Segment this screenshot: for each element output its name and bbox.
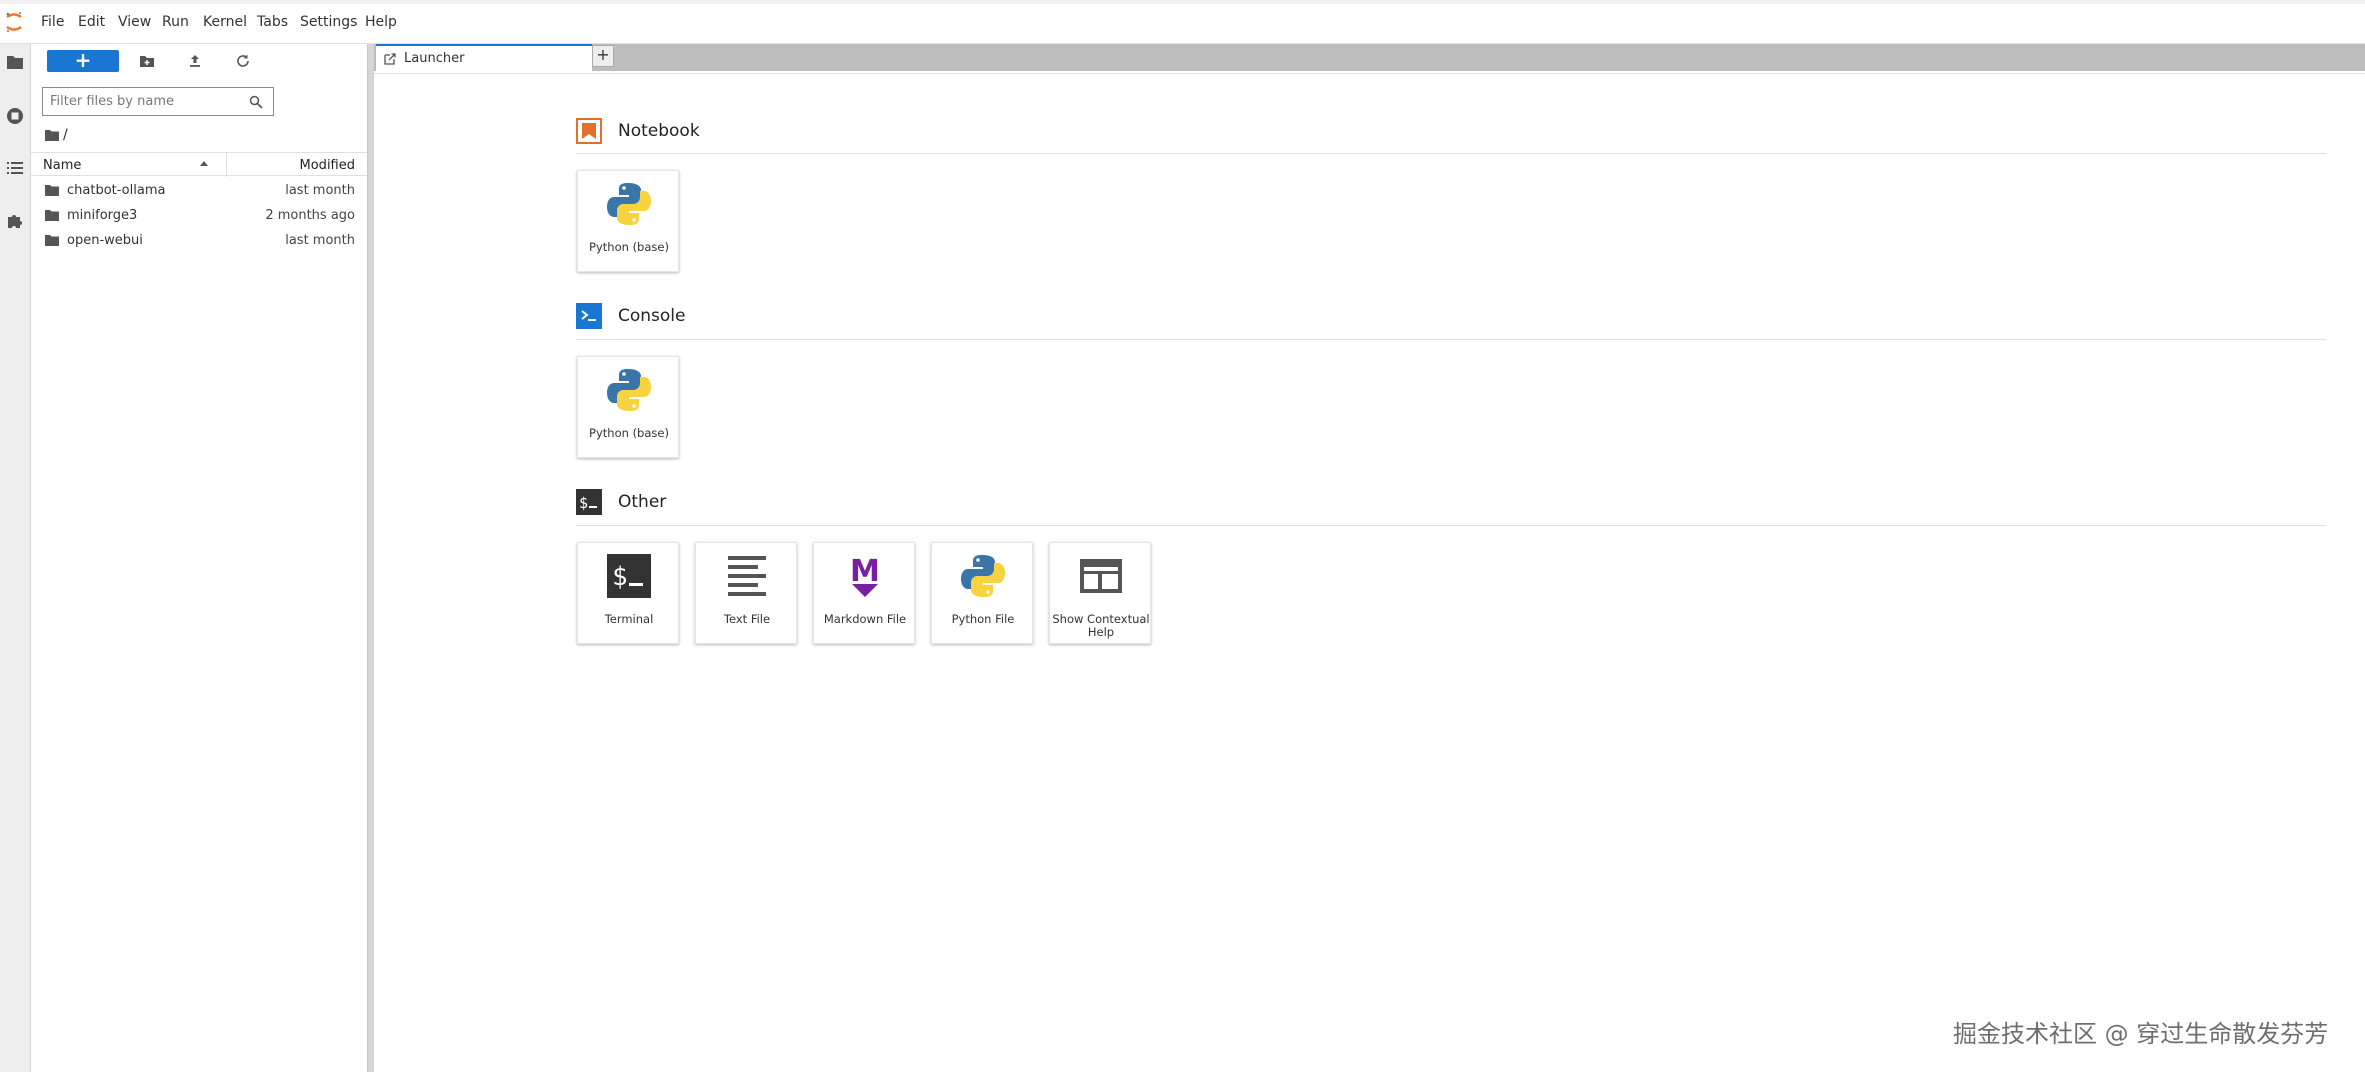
column-divider — [226, 153, 227, 177]
file-modified: 2 months ago — [265, 208, 355, 223]
file-row[interactable]: open-webui last month — [31, 228, 367, 253]
file-name: miniforge3 — [67, 208, 138, 223]
terminal-card[interactable]: $ Terminal — [577, 542, 679, 644]
section-other-header: $ Other — [576, 489, 2326, 519]
svg-text:M: M — [850, 554, 880, 589]
section-notebook-header: Notebook — [576, 118, 2326, 148]
running-icon[interactable] — [5, 106, 25, 126]
file-modified: last month — [285, 233, 355, 248]
watermark: 掘金技术社区 @ 穿过生命散发芬芳 — [1953, 1020, 2329, 1048]
section-console-header: Console — [576, 303, 2326, 333]
sort-ascending-icon[interactable] — [200, 161, 208, 166]
file-row[interactable]: miniforge3 2 months ago — [31, 203, 367, 228]
file-name: chatbot-ollama — [67, 183, 166, 198]
upload-icon[interactable] — [186, 52, 204, 70]
filter-placeholder: Filter files by name — [50, 94, 174, 109]
section-title: Other — [618, 492, 667, 512]
refresh-icon[interactable] — [234, 52, 252, 70]
add-tab-button[interactable]: + — [592, 45, 614, 67]
python-file-card[interactable]: Python File — [931, 542, 1033, 644]
folder-icon — [45, 210, 59, 221]
markdown-icon: M — [850, 554, 880, 597]
menu-kernel[interactable]: Kernel — [203, 14, 247, 30]
file-browser: + Filter files by name / Name Modified c… — [31, 44, 367, 1072]
extension-icon[interactable] — [5, 210, 25, 230]
tab-underline — [374, 73, 2365, 74]
menu-edit[interactable]: Edit — [78, 14, 105, 30]
jupyterlab-window: File Edit View Run Kernel Tabs Settings … — [0, 0, 2365, 1072]
card-label: Text File — [723, 612, 771, 626]
console-icon — [576, 303, 602, 329]
file-modified: last month — [285, 183, 355, 198]
menu-help[interactable]: Help — [365, 14, 397, 30]
text-file-card[interactable]: Text File — [695, 542, 797, 644]
markdown-file-card[interactable]: M Markdown File — [813, 542, 915, 644]
panel-splitter[interactable] — [367, 44, 374, 1072]
folder-icon — [45, 235, 59, 246]
notebook-python-card[interactable]: Python (base) — [577, 170, 679, 272]
menu-view[interactable]: View — [118, 14, 151, 30]
tab-bar: Launcher + — [374, 44, 2365, 73]
section-divider — [576, 525, 2326, 526]
terminal-icon: $ — [607, 554, 651, 598]
menu-file[interactable]: File — [41, 14, 64, 30]
card-label: Python File — [951, 612, 1015, 626]
breadcrumb-root[interactable]: / — [63, 127, 68, 143]
console-python-card[interactable]: Python (base) — [577, 356, 679, 458]
menu-tabs[interactable]: Tabs — [257, 14, 288, 30]
python-logo-icon — [607, 183, 651, 225]
filter-files-input[interactable]: Filter files by name — [42, 87, 274, 116]
contextual-help-card[interactable]: Show Contextual Help — [1049, 542, 1151, 644]
card-label: Python (base) — [589, 240, 669, 254]
terminal-icon: $ — [576, 489, 602, 515]
card-label: Show Contextual Help — [1052, 612, 1150, 639]
tab-label: Launcher — [404, 51, 465, 66]
file-list-header: Name Modified — [31, 152, 367, 177]
column-name-header[interactable]: Name — [43, 158, 81, 173]
section-title: Console — [618, 306, 686, 326]
svg-text:$: $ — [579, 494, 588, 512]
new-folder-icon[interactable] — [138, 52, 156, 70]
menubar: File Edit View Run Kernel Tabs Settings … — [0, 0, 2365, 44]
main-area: Launcher + Notebook Python (base) Consol… — [374, 44, 2365, 1072]
contextual-help-icon — [1080, 559, 1122, 593]
file-row[interactable]: chatbot-ollama last month — [31, 178, 367, 203]
text-file-icon — [728, 556, 766, 596]
card-label: Terminal — [604, 612, 654, 626]
python-logo-icon — [961, 555, 1005, 597]
new-launcher-button[interactable]: + — [47, 50, 119, 72]
column-modified-header[interactable]: Modified — [300, 158, 355, 173]
jupyter-logo-icon — [6, 12, 22, 33]
folder-icon — [45, 185, 59, 196]
card-label: Python (base) — [589, 426, 669, 440]
toc-icon[interactable] — [5, 158, 25, 178]
launcher-icon — [384, 53, 396, 65]
menu-run[interactable]: Run — [162, 14, 189, 30]
folder-icon — [45, 130, 59, 141]
card-label: Markdown File — [823, 612, 907, 626]
tab-launcher[interactable]: Launcher — [376, 44, 592, 73]
menu-settings[interactable]: Settings — [300, 14, 357, 30]
section-title: Notebook — [618, 121, 700, 141]
search-icon — [249, 95, 263, 109]
svg-text:$: $ — [612, 562, 628, 592]
activity-bar — [0, 44, 31, 1072]
file-name: open-webui — [67, 233, 143, 248]
section-divider — [576, 153, 2326, 154]
section-divider — [576, 339, 2326, 340]
python-logo-icon — [607, 369, 651, 411]
top-edge — [0, 0, 2365, 4]
notebook-icon — [576, 118, 602, 144]
folder-icon[interactable] — [5, 52, 25, 72]
